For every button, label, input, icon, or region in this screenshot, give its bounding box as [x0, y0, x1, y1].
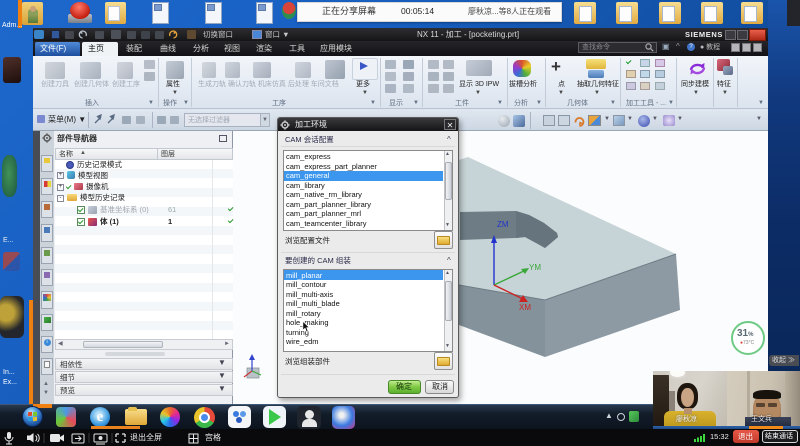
- svg-text:YM: YM: [529, 263, 541, 272]
- svg-text:XM: XM: [519, 303, 531, 312]
- svg-text:ZM: ZM: [497, 220, 509, 229]
